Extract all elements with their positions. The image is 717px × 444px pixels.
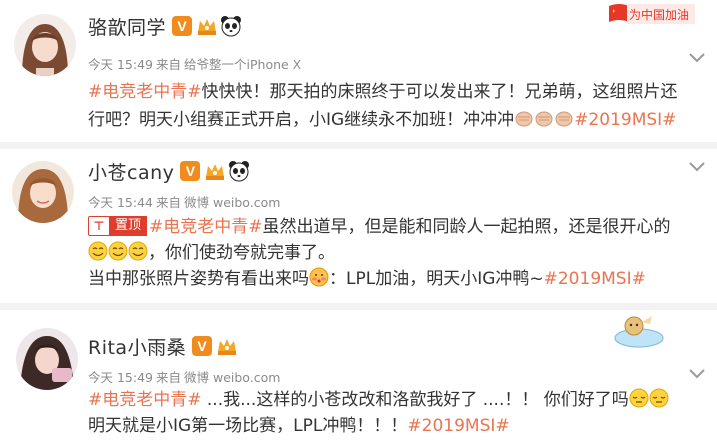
chevron-down-icon[interactable] — [689, 52, 705, 64]
verified-v-badge[interactable]: V — [172, 16, 193, 36]
avatar[interactable] — [16, 328, 78, 390]
promo-badge[interactable]: 为中国加油 — [609, 2, 695, 26]
post-header: 小苍cany V — [88, 157, 250, 185]
topic-hashtag[interactable]: #2019MSI# — [574, 110, 676, 130]
post-text: 快快快！那天拍的床照终于可以发出来了！兄弟萌，这组照片还 — [201, 82, 678, 102]
post-text: 当中那张照片姿势有看出来吗 — [88, 269, 309, 289]
username[interactable]: 骆歆同学 — [88, 13, 166, 40]
username[interactable]: Rita小雨桑 — [88, 333, 186, 360]
from-label: 来自 — [156, 195, 182, 210]
post-text-line: ，你们使劲夸就完事了。 — [88, 241, 335, 265]
avatar[interactable] — [14, 14, 76, 76]
from-label: 来自 — [156, 57, 182, 72]
post-text-line: 明天就是小IG第一场比赛，LPL冲鸭！！！#2019MSI# — [88, 414, 510, 438]
weibo-post-card: 小苍cany V 今天 15:44 来自 微博 weibo.com ⊤ 置顶 #电竞老中… — [0, 149, 717, 303]
from-label: 来自 — [156, 370, 182, 385]
vip-crown-icon[interactable] — [216, 336, 238, 356]
post-meta: 今天 15:49 来自 微博 weibo.com — [88, 367, 280, 386]
chevron-down-icon[interactable] — [689, 368, 705, 380]
fist-emoji-icon — [534, 108, 554, 128]
pinned-label: 置顶 — [109, 216, 148, 236]
sleepy-emoji-icon — [629, 388, 649, 408]
weibo-post-card: 骆歆同学 V 为中国加油 今天 15:49 来自 给爷整一个iPhone X #电竞… — [0, 0, 717, 142]
panda-emoji-icon — [228, 160, 250, 182]
verified-v-badge[interactable]: V — [180, 161, 201, 181]
smile-emoji-icon — [108, 241, 128, 261]
post-text-line: #电竞老中青# ...我...这样的小苍改改和洛歆我好了 ....！！ 你们好了… — [88, 388, 669, 412]
post-text-line: ⊤ 置顶 #电竞老中青#虽然出道早，但是能和同龄人一起拍照，还是很开心的 — [88, 215, 671, 239]
topic-hashtag[interactable]: #电竞老中青# — [88, 390, 202, 410]
post-source[interactable]: 微博 weibo.com — [184, 195, 280, 210]
pinned-badge: ⊤ 置顶 — [88, 214, 148, 238]
post-header: Rita小雨桑 V — [88, 332, 238, 360]
post-text: 明天就是小IG第一场比赛，LPL冲鸭！！！ — [88, 416, 408, 436]
post-source[interactable]: 微博 weibo.com — [184, 370, 280, 385]
avatar[interactable] — [12, 161, 74, 223]
blush-emoji-icon — [309, 267, 329, 287]
verified-v-badge[interactable]: V — [192, 336, 213, 356]
post-text-line: 当中那张照片姿势有看出来吗 ：LPL加油，明天小IG冲鸭~#2019MSI# — [88, 267, 646, 291]
post-text: 虽然出道早，但是能和同龄人一起拍照，还是很开心的 — [262, 217, 671, 237]
post-time: 今天 15:49 — [88, 370, 153, 385]
post-text: ...我...这样的小苍改改和洛歆我好了 ....！！ 你们好了吗 — [201, 390, 629, 410]
post-text: ：LPL加油，明天小IG冲鸭~ — [329, 269, 544, 289]
post-header: 骆歆同学 V — [88, 12, 242, 40]
weibo-post-card: Rita小雨桑 V 今天 15:49 来自 微博 weibo.com #电竞老中青#… — [0, 310, 717, 444]
username[interactable]: 小苍cany — [88, 158, 174, 185]
post-time: 今天 15:49 — [88, 57, 153, 72]
sleepy-emoji-icon — [649, 388, 669, 408]
post-meta: 今天 15:44 来自 微博 weibo.com — [88, 192, 280, 211]
smile-emoji-icon — [88, 241, 108, 261]
decorative-sticker — [612, 312, 666, 348]
chevron-down-icon[interactable] — [689, 161, 705, 173]
fist-emoji-icon — [514, 108, 534, 128]
post-text: ，你们使劲夸就完事了。 — [148, 243, 335, 263]
vip-crown-icon[interactable] — [204, 161, 226, 181]
pin-icon: ⊤ — [88, 216, 110, 236]
topic-hashtag[interactable]: #2019MSI# — [544, 269, 646, 289]
post-text: 行吧？明天小组赛正式开启，小IG继续永不加班！冲冲冲 — [88, 110, 515, 130]
post-meta: 今天 15:49 来自 给爷整一个iPhone X — [88, 54, 301, 73]
post-text-line: #电竞老中青#快快快！那天拍的床照终于可以发出来了！兄弟萌，这组照片还 — [88, 80, 678, 104]
vip-crown-icon[interactable] — [196, 16, 218, 36]
post-text-line: 行吧？明天小组赛正式开启，小IG继续永不加班！冲冲冲 #2019MSI# — [88, 108, 676, 132]
fist-emoji-icon — [554, 108, 574, 128]
smile-emoji-icon — [128, 241, 148, 261]
topic-hashtag[interactable]: #电竞老中青# — [149, 217, 263, 237]
topic-hashtag[interactable]: #2019MSI# — [407, 416, 509, 436]
post-source[interactable]: 给爷整一个iPhone X — [184, 57, 301, 72]
panda-emoji-icon — [220, 15, 242, 37]
topic-hashtag[interactable]: #电竞老中青# — [88, 82, 202, 102]
post-time: 今天 15:44 — [88, 195, 153, 210]
promo-badge-label: 为中国加油 — [629, 8, 690, 22]
